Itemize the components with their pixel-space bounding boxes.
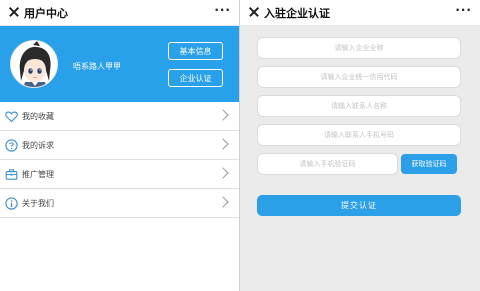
briefcase-icon [5, 169, 18, 180]
basic-info-button[interactable]: 基本信息 [168, 42, 223, 60]
user-center-navbar: 用户中心 ··· [0, 0, 239, 26]
menu-item-requests[interactable]: 我的诉求 [0, 131, 239, 160]
placeholder-text: 请输入联系人名称 [331, 102, 387, 110]
menu-item-label: 我的诉求 [22, 141, 54, 150]
page-title: 用户中心 [24, 7, 68, 20]
chevron-right-icon [217, 196, 229, 208]
chevron-right-icon [217, 138, 229, 150]
close-icon[interactable] [6, 4, 22, 20]
close-icon[interactable] [246, 4, 262, 20]
placeholder-text: 请输入联系人手机号码 [324, 131, 394, 139]
contact-name-input[interactable]: 请输入联系人名称 [257, 95, 461, 117]
sms-code-input[interactable]: 请输入手机验证码 [257, 153, 398, 175]
credit-code-input[interactable]: 请输入企业统一信用代码 [257, 66, 461, 88]
sms-code-row: 请输入手机验证码 获取验证码 [257, 153, 461, 175]
avatar[interactable] [10, 40, 58, 88]
menu-item-promotion[interactable]: 推广管理 [0, 160, 239, 189]
company-name-input[interactable]: 请输入企业全称 [257, 37, 461, 59]
chevron-right-icon [217, 109, 229, 121]
menu-item-about[interactable]: 关于我们 [0, 189, 239, 218]
heart-icon [5, 111, 18, 123]
user-menu: 我的收藏 我的诉求 推广管理 关于我们 [0, 102, 239, 218]
avatar-illustration-icon [11, 41, 57, 87]
menu-item-label: 关于我们 [22, 199, 54, 208]
page-title: 入驻企业认证 [264, 7, 330, 20]
info-icon [5, 197, 18, 210]
submit-auth-button[interactable]: 提交认证 [257, 195, 461, 216]
chevron-right-icon [217, 167, 229, 179]
enterprise-auth-panel: 入驻企业认证 ··· 请输入企业全称 请输入企业统一信用代码 请输入联系人名称 … [240, 0, 480, 291]
auth-form: 请输入企业全称 请输入企业统一信用代码 请输入联系人名称 请输入联系人手机号码 … [257, 37, 461, 182]
enterprise-auth-button[interactable]: 企业认证 [168, 69, 223, 87]
more-icon[interactable]: ··· [214, 3, 231, 17]
get-code-button[interactable]: 获取验证码 [401, 154, 457, 174]
enterprise-auth-navbar: 入驻企业认证 ··· [240, 0, 480, 26]
user-center-panel: 用户中心 ··· 唔系路人甲甲 基本信息 企业认证 我的收藏 我的诉求 推广管理… [0, 0, 239, 291]
screen: 用户中心 ··· 唔系路人甲甲 基本信息 企业认证 我的收藏 我的诉求 推广管理… [0, 0, 480, 291]
contact-phone-input[interactable]: 请输入联系人手机号码 [257, 124, 461, 146]
menu-item-label: 我的收藏 [22, 112, 54, 121]
menu-item-label: 推广管理 [22, 170, 54, 179]
placeholder-text: 请输入企业全称 [334, 44, 384, 52]
menu-item-favorites[interactable]: 我的收藏 [0, 102, 239, 131]
placeholder-text: 请输入手机验证码 [299, 160, 356, 168]
username: 唔系路人甲甲 [73, 62, 121, 71]
placeholder-text: 请输入企业统一信用代码 [320, 73, 398, 81]
profile-header: 唔系路人甲甲 基本信息 企业认证 [0, 26, 239, 102]
question-icon [5, 139, 18, 152]
more-icon[interactable]: ··· [455, 3, 472, 17]
